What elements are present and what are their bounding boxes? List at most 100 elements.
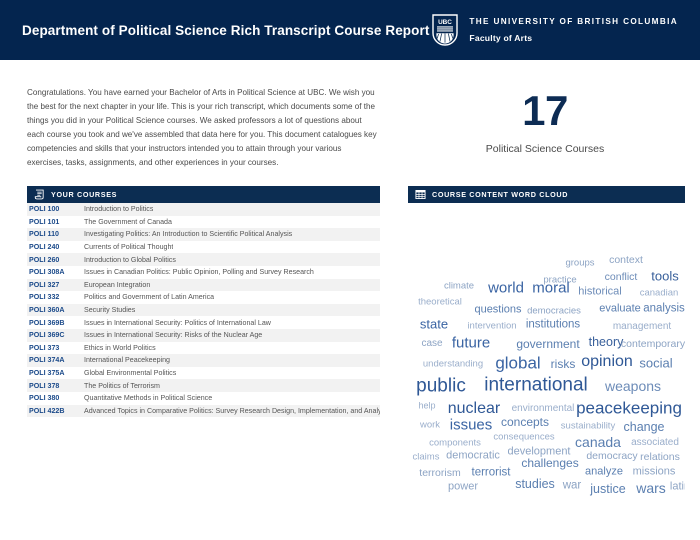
word-cloud-term[interactable]: government: [516, 338, 579, 350]
table-row[interactable]: POLI 369C Issues in International Securit…: [27, 328, 380, 342]
word-cloud-term[interactable]: sustainability: [561, 421, 615, 431]
word-cloud-term[interactable]: canada: [575, 435, 621, 449]
word-cloud-term[interactable]: latin: [670, 481, 685, 493]
word-cloud-term[interactable]: theory: [589, 336, 624, 349]
your-courses-panel-header: YOUR COURSES: [27, 186, 380, 203]
word-cloud-term[interactable]: weapons: [605, 379, 661, 393]
course-code: POLI 240: [29, 243, 60, 252]
word-cloud-term[interactable]: studies: [515, 478, 555, 491]
word-cloud-term[interactable]: change: [623, 421, 664, 434]
table-row[interactable]: POLI 422B Advanced Topics in Comparative …: [27, 404, 380, 418]
word-cloud-term[interactable]: analyze: [585, 466, 623, 478]
word-cloud-term[interactable]: concepts: [501, 416, 549, 428]
word-cloud-term[interactable]: war: [563, 480, 582, 492]
word-cloud-term[interactable]: management: [613, 322, 671, 332]
course-name: The Politics of Terrorism: [84, 381, 160, 390]
word-cloud-term[interactable]: democratic: [446, 450, 500, 462]
word-cloud-term[interactable]: climate: [444, 281, 474, 291]
course-name: Investigating Politics: An Introduction …: [84, 230, 293, 239]
word-cloud-term[interactable]: historical: [578, 286, 621, 298]
word-cloud-term[interactable]: intervention: [467, 321, 516, 331]
word-cloud-term[interactable]: state: [420, 318, 448, 331]
brand-faculty-name: Faculty of Arts: [469, 33, 533, 43]
table-row[interactable]: POLI 110 Investigating Politics: An Intro…: [27, 228, 380, 241]
word-cloud-term[interactable]: power: [448, 481, 478, 493]
table-row[interactable]: POLI 260 Introduction to Global Politics: [27, 253, 380, 266]
word-cloud-term[interactable]: understanding: [423, 359, 483, 369]
word-cloud-term[interactable]: claims: [413, 452, 440, 462]
svg-text:UBC: UBC: [438, 19, 452, 26]
course-code: POLI 308A: [29, 268, 65, 277]
word-cloud-term[interactable]: tools: [651, 270, 678, 283]
word-cloud-term[interactable]: consequences: [493, 432, 554, 442]
course-code: POLI 110: [29, 230, 59, 239]
word-cloud-term[interactable]: terrorist: [472, 467, 511, 479]
course-name: The Government of Canada: [84, 217, 172, 226]
word-cloud-term[interactable]: nuclear: [448, 401, 500, 417]
course-name: Quantitative Methods in Political Scienc…: [84, 394, 213, 403]
word-cloud-term[interactable]: contemporary: [621, 339, 685, 350]
word-cloud-term[interactable]: questions: [474, 304, 521, 316]
word-cloud-term[interactable]: conflict: [605, 272, 638, 283]
word-cloud-term[interactable]: international: [484, 376, 588, 395]
word-cloud-term[interactable]: terrorism: [419, 468, 460, 479]
word-cloud-term[interactable]: world: [488, 281, 524, 296]
course-name: Ethics in World Politics: [84, 343, 156, 352]
table-row[interactable]: POLI 327 European Integration: [27, 278, 380, 292]
word-cloud-term[interactable]: work: [420, 420, 440, 430]
table-row[interactable]: POLI 308A Issues in Canadian Politics: Pu…: [27, 265, 380, 279]
word-cloud-term[interactable]: analysis: [643, 303, 685, 315]
table-row[interactable]: POLI 240 Currents of Political Thought: [27, 240, 380, 254]
word-cloud-term[interactable]: context: [609, 255, 643, 266]
course-code: POLI 422B: [29, 406, 65, 415]
word-cloud-term[interactable]: missions: [633, 466, 676, 478]
word-cloud-term[interactable]: canadian: [640, 288, 679, 298]
word-cloud-term[interactable]: democracies: [527, 306, 581, 316]
table-row[interactable]: POLI 373 Ethics in World Politics: [27, 341, 380, 355]
word-cloud-term[interactable]: future: [452, 336, 490, 351]
word-cloud-term[interactable]: institutions: [526, 319, 580, 331]
word-cloud-term[interactable]: democracy: [586, 451, 637, 462]
word-cloud-term[interactable]: peacekeeping: [576, 400, 682, 417]
course-code: POLI 100: [29, 205, 60, 214]
ubc-brand-lockup: UBC THE UNIVERSITY OF BRITISH COLUMBIA F…: [432, 14, 678, 46]
word-cloud-term[interactable]: social: [639, 357, 672, 370]
word-cloud-term[interactable]: environmental: [512, 404, 575, 414]
word-cloud-term[interactable]: global: [495, 355, 540, 372]
courses-list: POLI 100 Introduction to Politics POLI 101…: [27, 203, 380, 418]
word-cloud-canvas: groups context practice conflict tools climat…: [408, 203, 685, 503]
table-row[interactable]: POLI 369B Issues in International Securit…: [27, 316, 380, 329]
table-row[interactable]: POLI 380 Quantitative Methods in Politica…: [27, 391, 380, 405]
word-cloud-term[interactable]: moral: [532, 281, 570, 296]
word-cloud-term[interactable]: risks: [551, 358, 576, 370]
word-cloud-term[interactable]: associated: [631, 438, 679, 448]
table-row[interactable]: POLI 100 Introduction to Politics: [27, 203, 380, 216]
course-name: Issues in Canadian Politics: Public Opin…: [84, 268, 314, 277]
your-courses-panel-title: YOUR COURSES: [51, 190, 118, 199]
course-name: Global Environmental Politics: [84, 369, 177, 378]
table-row[interactable]: POLI 378 The Politics of Terrorism: [27, 379, 380, 392]
word-cloud-term[interactable]: issues: [450, 418, 493, 433]
word-cloud-term[interactable]: theoretical: [418, 297, 462, 307]
word-cloud-term[interactable]: justice: [590, 483, 625, 496]
course-code: POLI 101: [29, 217, 60, 226]
word-cloud-term[interactable]: opinion: [581, 354, 633, 370]
word-cloud-term[interactable]: help: [418, 401, 435, 411]
course-name: Introduction to Politics: [84, 205, 154, 214]
word-cloud-term[interactable]: challenges: [521, 457, 578, 469]
word-cloud-term[interactable]: evaluate: [599, 303, 641, 315]
word-cloud-term[interactable]: components: [429, 438, 481, 448]
word-cloud-term[interactable]: groups: [565, 258, 594, 268]
word-cloud-term[interactable]: public: [416, 377, 466, 396]
word-cloud-term[interactable]: case: [421, 339, 442, 349]
course-name: International Peacekeeping: [84, 356, 170, 365]
table-row[interactable]: POLI 101 The Government of Canada: [27, 215, 380, 229]
table-row[interactable]: POLI 375A Global Environmental Politics: [27, 366, 380, 380]
table-row[interactable]: POLI 374A International Peacekeeping: [27, 354, 380, 367]
table-row[interactable]: POLI 360A Security Studies: [27, 303, 380, 317]
word-cloud-term[interactable]: relations: [640, 452, 680, 463]
brand-university-name: THE UNIVERSITY OF BRITISH COLUMBIA: [469, 17, 678, 26]
course-name: Introduction to Global Politics: [84, 255, 176, 264]
table-row[interactable]: POLI 332 Politics and Government of Latin…: [27, 291, 380, 304]
word-cloud-term[interactable]: wars: [636, 481, 666, 495]
